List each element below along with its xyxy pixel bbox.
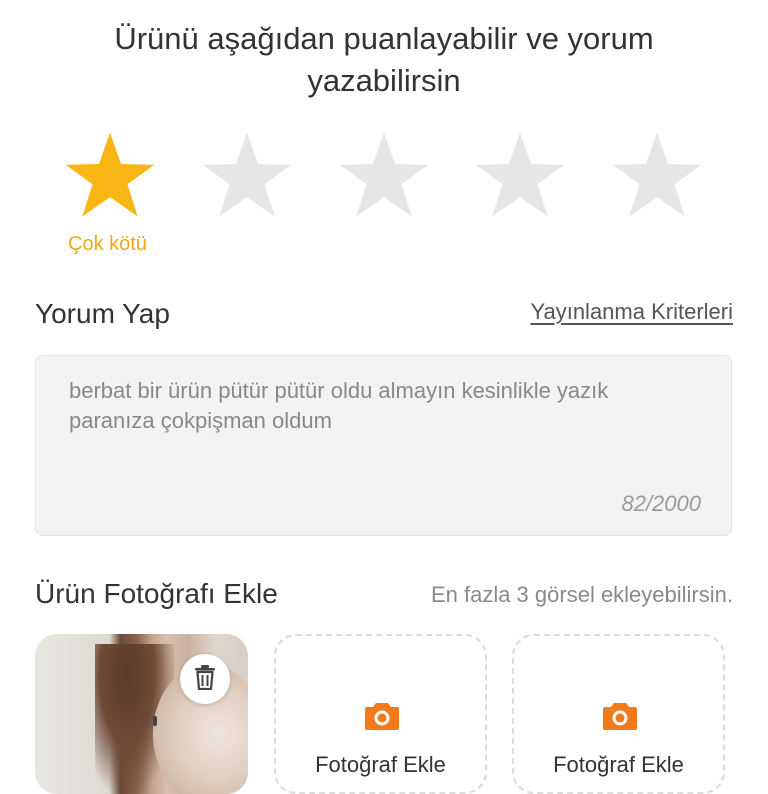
rating-label: Çok kötü — [68, 233, 147, 255]
camera-icon — [364, 700, 400, 732]
review-section-title: Yorum Yap — [35, 298, 170, 329]
page-title: Ürünü aşağıdan puanlayabilir ve yorum ya… — [114, 21, 654, 98]
add-photo-label: Fotoğraf Ekle — [553, 752, 684, 777]
star-1-icon[interactable] — [64, 130, 156, 220]
camera-icon — [602, 700, 638, 732]
comment-textarea[interactable]: berbat bir ürün pütür pütür oldu almayın… — [35, 355, 732, 536]
uploaded-photo[interactable] — [35, 634, 248, 794]
star-rating[interactable] — [0, 130, 768, 225]
trash-icon — [194, 664, 216, 695]
add-photo-button-1[interactable]: Fotoğraf Ekle — [274, 634, 487, 794]
comment-text: berbat bir ürün pütür pütür oldu almayın… — [69, 378, 609, 433]
character-counter: 82/2000 — [621, 491, 701, 516]
star-3-icon[interactable] — [338, 130, 430, 220]
photo-limit-hint: En fazla 3 görsel ekleyebilirsin. — [430, 582, 733, 607]
star-5-icon[interactable] — [611, 130, 703, 220]
add-photo-label: Fotoğraf Ekle — [315, 752, 446, 777]
star-2-icon[interactable] — [201, 130, 293, 220]
publishing-criteria-link[interactable]: Yayınlanma Kriterleri — [530, 299, 733, 325]
star-4-icon[interactable] — [474, 130, 566, 220]
add-photo-button-2[interactable]: Fotoğraf Ekle — [512, 634, 725, 794]
photo-earring — [153, 716, 157, 726]
delete-photo-button[interactable] — [180, 654, 230, 704]
photo-section-title: Ürün Fotoğrafı Ekle — [35, 578, 278, 609]
